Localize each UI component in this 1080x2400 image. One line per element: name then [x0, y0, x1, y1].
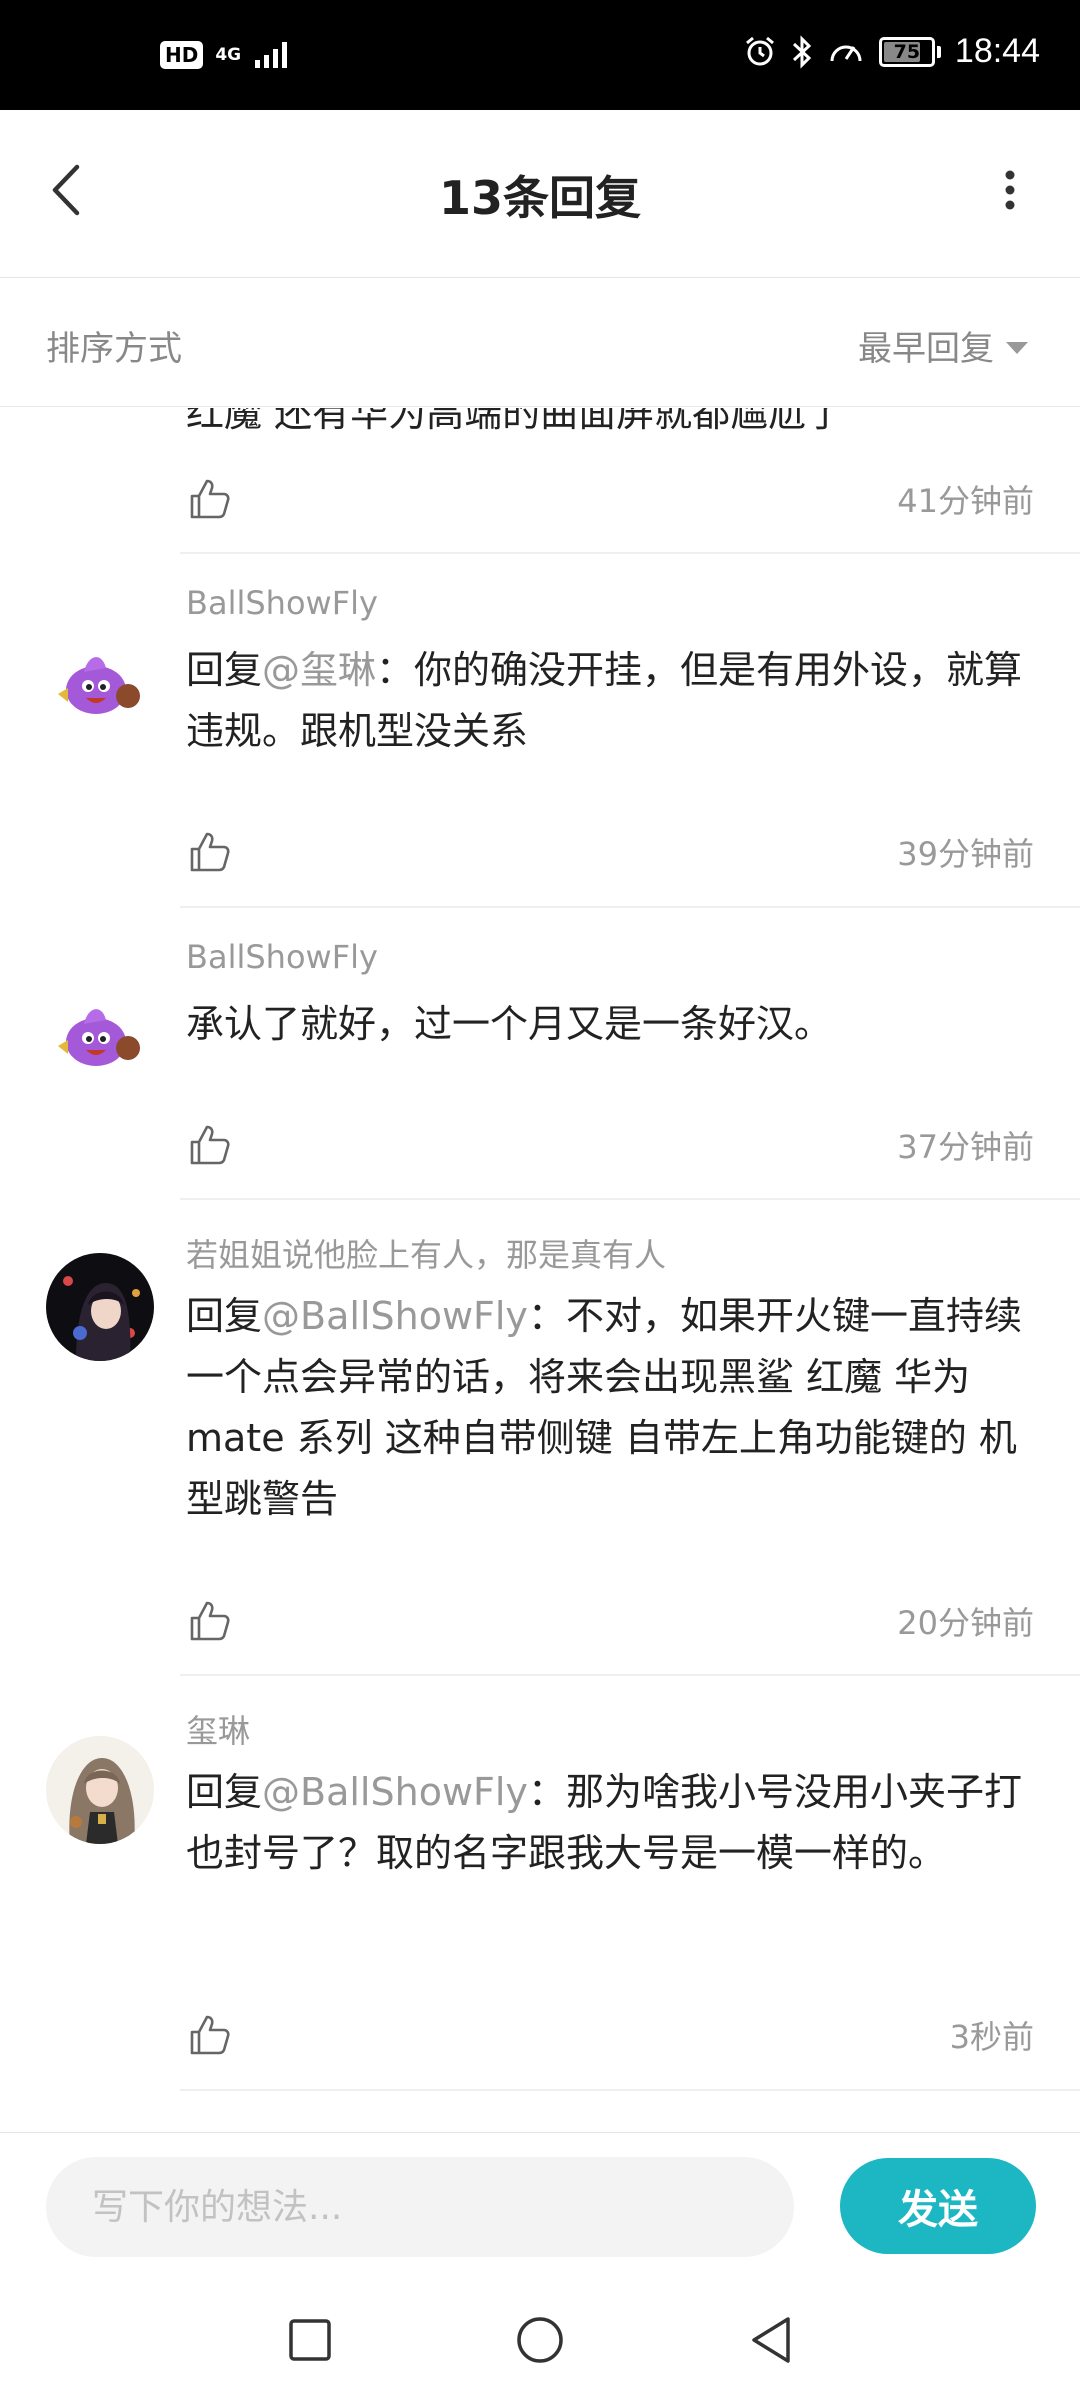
battery-indicator: 75: [878, 36, 941, 67]
avatar-anime-girl-image: [46, 1736, 154, 1844]
avatar[interactable]: [46, 1736, 154, 1844]
comment-body: 回复@玺琳：你的确没开挂，但是有用外设，就算违规。跟机型没关系: [186, 648, 1023, 753]
like-button[interactable]: [186, 828, 234, 876]
sort-bar: 排序方式 最早回复: [0, 279, 1080, 407]
thumbs-up-icon: [190, 2015, 230, 2055]
system-nav-bar: [0, 2280, 1080, 2400]
more-vertical-icon: [1005, 170, 1015, 210]
thumbs-up-icon: [190, 1601, 230, 1641]
system-back-button[interactable]: [738, 2308, 802, 2372]
nav-triangle-icon: [752, 2317, 790, 2363]
like-button[interactable]: [186, 1597, 234, 1645]
recent-apps-button[interactable]: [278, 2308, 342, 2372]
thumbs-up-icon: [190, 479, 230, 519]
signal-icon: [255, 42, 288, 68]
data-speed-icon: [830, 45, 862, 61]
clock: 18:44: [954, 32, 1040, 70]
comment-time: 41分钟前: [897, 482, 1034, 520]
reply-input[interactable]: [46, 2157, 794, 2257]
sort-selected-value: 最早回复: [858, 329, 994, 369]
send-button[interactable]: 发送: [840, 2158, 1036, 2254]
avatar-slime-image: [46, 976, 154, 1084]
avatar-anime-girl-image: [46, 1253, 154, 1361]
comment-list[interactable]: 红魔 还有华为高端的曲面屏就都尴尬了 41分钟前 BallShowFly 回复@…: [0, 408, 1080, 2132]
mention-link[interactable]: @玺琳: [262, 648, 376, 692]
status-left: HD 4G: [160, 40, 293, 70]
comment-time: 20分钟前: [897, 1604, 1034, 1642]
nav-square-icon: [289, 2319, 331, 2361]
list-item: 若姐姐说他脸上有人，那是真有人 回复@BallShowFly：不对，如果开火键一…: [0, 1198, 1080, 1674]
status-bar: HD 4G 75 18:44: [0, 0, 1080, 110]
comment-time: 3秒前: [949, 2018, 1034, 2056]
app-header: 13条回复: [0, 110, 1080, 278]
battery-level: 75: [893, 40, 921, 63]
comment-footer: 20分钟前: [186, 1596, 1034, 1646]
list-item: 玺琳 回复@BallShowFly：那为啥我小号没用小夹子打也封号了？取的名字跟…: [0, 1674, 1080, 2089]
comment-footer: 3秒前: [186, 2010, 1034, 2060]
hd-icon: HD: [160, 41, 204, 69]
avatar[interactable]: [46, 976, 154, 1084]
comment-footer: 37分钟前: [186, 1120, 1034, 1170]
comment-body: 回复@BallShowFly：那为啥我小号没用小夹子打也封号了？取的名字跟我大号…: [186, 1770, 1022, 1875]
avatar[interactable]: [46, 624, 154, 732]
avatar[interactable]: [46, 1253, 154, 1361]
comment-time: 37分钟前: [897, 1128, 1034, 1166]
comment-time: 39分钟前: [897, 835, 1034, 873]
sort-dropdown[interactable]: 最早回复: [858, 321, 1028, 370]
list-item: BallShowFly 承认了就好，过一个月又是一条好汉。 37分钟前: [0, 906, 1080, 1198]
thumbs-up-icon: [190, 1125, 230, 1165]
avatar-slime-image: [46, 624, 154, 732]
status-right: 75 18:44: [743, 32, 1040, 71]
comment-body: 承认了就好，过一个月又是一条好汉。: [186, 1002, 833, 1046]
comment-footer: 39分钟前: [186, 827, 1034, 877]
page-title: 13条回复: [438, 171, 641, 225]
comment-body: 回复@BallShowFly：不对，如果开火键一直持续一个点会异常的话，将来会出…: [186, 1294, 1022, 1521]
comment-username[interactable]: 玺琳: [186, 1706, 250, 1752]
mention-link[interactable]: @BallShowFly: [262, 1770, 528, 1814]
nav-circle-icon: [517, 2317, 563, 2363]
like-button[interactable]: [186, 475, 234, 523]
network-type: 4G: [215, 44, 242, 65]
thumbs-up-icon: [190, 832, 230, 872]
comment-body-partial: 红魔 还有华为高端的曲面屏就都尴尬了: [186, 408, 845, 435]
reply-input-bar: 发送: [0, 2132, 1080, 2280]
more-options-button[interactable]: [980, 160, 1040, 220]
comment-footer: 41分钟前: [186, 474, 1034, 524]
like-button[interactable]: [186, 2011, 234, 2059]
sort-caret-icon: [1006, 341, 1028, 354]
comment-username[interactable]: BallShowFly: [186, 938, 378, 976]
alarm-icon: [745, 36, 774, 65]
like-button[interactable]: [186, 1121, 234, 1169]
comment-username[interactable]: 若姐姐说他脸上有人，那是真有人: [186, 1230, 666, 1276]
sort-label: 排序方式: [46, 329, 182, 369]
list-item: BallShowFly 回复@玺琳：你的确没开挂，但是有用外设，就算违规。跟机型…: [0, 552, 1080, 906]
mention-link[interactable]: @BallShowFly: [262, 1294, 528, 1338]
home-button[interactable]: [508, 2308, 572, 2372]
comment-divider: [180, 2089, 1080, 2091]
comment-username[interactable]: BallShowFly: [186, 584, 378, 622]
bluetooth-icon: [792, 34, 812, 69]
